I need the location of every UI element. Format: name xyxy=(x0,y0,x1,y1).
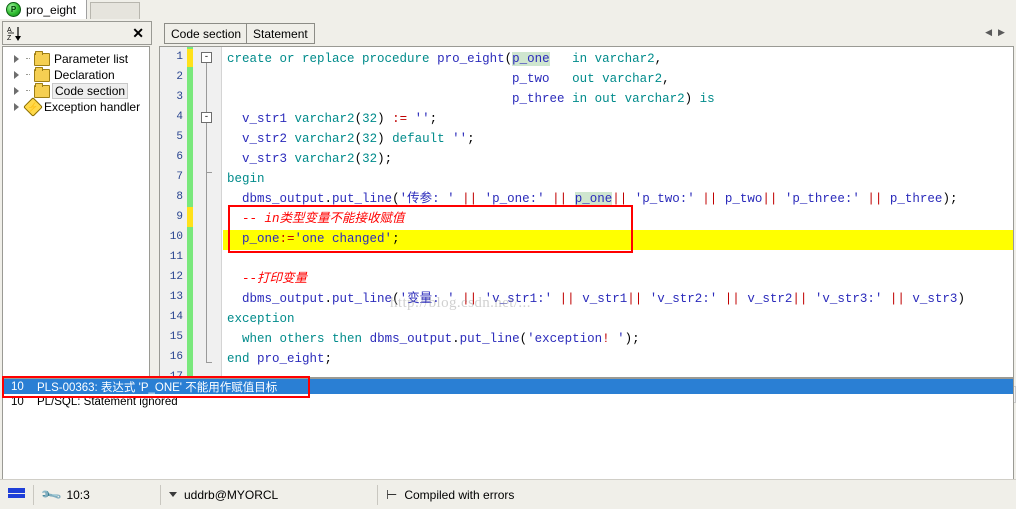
close-icon[interactable]: ✕ xyxy=(132,26,144,40)
annotation-box-code xyxy=(228,205,633,253)
sort-az-glyph: A Z xyxy=(7,26,21,42)
line-number: 6 xyxy=(176,151,183,163)
editor-gutter: 1 2 3 4 5 6 7 8 9 10 11 12 13 14 15 16 1… xyxy=(160,47,222,377)
code-line-3: p_three in out varchar2) is xyxy=(512,92,715,106)
code-line-15: when others then dbms_output.put_line('e… xyxy=(242,332,640,346)
line-number: 7 xyxy=(176,171,183,183)
tree-connector xyxy=(26,74,30,76)
document-tab-label: pro_eight xyxy=(26,2,77,17)
line-number: 2 xyxy=(176,71,183,83)
saved-line-indicator xyxy=(187,207,193,227)
line-number: 13 xyxy=(169,291,183,303)
chevron-down-icon[interactable] xyxy=(169,492,177,497)
fold-toggle-2[interactable]: - xyxy=(201,112,212,123)
code-line-7: begin xyxy=(227,172,265,186)
line-number: 4 xyxy=(176,111,183,123)
tab-scroll-arrows[interactable]: ◀ ▶ xyxy=(979,23,1011,42)
annotation-box-error xyxy=(2,376,310,398)
tab-statement-label: Statement xyxy=(253,26,308,41)
document-tab-placeholder xyxy=(90,2,140,20)
code-line-2: p_two out varchar2, xyxy=(512,72,670,86)
code-line-13: dbms_output.put_line('变量: ' || 'v_str1:'… xyxy=(242,292,965,306)
tab-code-section-label: Code section xyxy=(171,26,242,41)
tree-connector xyxy=(26,58,30,60)
code-line-1: create or replace procedure pro_eight(p_… xyxy=(227,52,663,66)
pin-icon: ⊢ xyxy=(386,487,398,502)
cursor-position: 10:3 xyxy=(66,487,90,502)
code-line-5: v_str2 varchar2(32) default ''; xyxy=(242,132,475,146)
expand-arrow-icon[interactable] xyxy=(13,86,22,96)
code-line-4: v_str1 varchar2(32) := ''; xyxy=(242,112,438,126)
exception-diamond-icon: ⚡ xyxy=(23,97,43,117)
tree-item-code-section[interactable]: Code section xyxy=(3,82,149,99)
document-tab-strip: P pro_eight xyxy=(0,0,1016,20)
object-browser-toolbar: A Z ✕ xyxy=(2,21,152,45)
svg-text:Z: Z xyxy=(7,35,12,42)
code-line-6: v_str3 varchar2(32); xyxy=(242,152,393,166)
line-number: 11 xyxy=(169,251,183,263)
compile-status: Compiled with errors xyxy=(404,487,515,502)
code-line-12: --打印变量 xyxy=(242,272,308,286)
status-cursor-cell: 🔧 10:3 xyxy=(34,480,160,509)
status-connection-cell[interactable]: uddrb@MYORCL xyxy=(161,480,377,509)
code-editor[interactable]: 1 2 3 4 5 6 7 8 9 10 11 12 13 14 15 16 1… xyxy=(159,46,1014,378)
folder-icon xyxy=(34,82,50,98)
tree-item-parameter-list[interactable]: Parameter list xyxy=(3,50,149,67)
fold-guide xyxy=(206,123,207,173)
tab-statement[interactable]: Statement xyxy=(246,23,315,44)
tree-item-label: Declaration xyxy=(54,68,115,82)
line-number: 8 xyxy=(176,191,183,203)
line-number: 3 xyxy=(176,91,183,103)
arrow-right-icon[interactable]: ▶ xyxy=(998,27,1005,38)
line-number: 5 xyxy=(176,131,183,143)
status-flag-cell xyxy=(0,480,33,509)
line-number: 9 xyxy=(176,211,183,223)
status-compile-cell: ⊢ Compiled with errors xyxy=(378,480,522,509)
tree-item-label: Parameter list xyxy=(54,52,129,66)
tree-connector xyxy=(26,90,30,92)
fold-tick xyxy=(206,362,212,363)
line-number: 14 xyxy=(169,311,183,323)
tree-item-label: Exception handler xyxy=(44,100,141,114)
status-bar: 🔧 10:3 uddrb@MYORCL ⊢ Compiled with erro… xyxy=(0,479,1016,509)
flag-icon xyxy=(8,488,25,501)
fold-guide xyxy=(206,173,207,363)
expand-arrow-icon[interactable] xyxy=(13,54,22,64)
tree-item-exception-handler[interactable]: ⚡ Exception handler xyxy=(3,97,149,117)
line-number: 10 xyxy=(169,231,183,243)
saved-line-indicator xyxy=(187,49,193,67)
arrow-left-icon[interactable]: ◀ xyxy=(985,27,992,38)
line-number: 12 xyxy=(169,271,183,283)
connection-label: uddrb@MYORCL xyxy=(184,487,279,502)
folder-icon xyxy=(34,66,50,82)
editor-tab-bar: Code section Statement ◀ ▶ xyxy=(157,19,1016,46)
folder-icon xyxy=(34,50,50,66)
expand-arrow-icon[interactable] xyxy=(13,102,22,112)
line-number: 1 xyxy=(176,51,183,63)
expand-arrow-icon[interactable] xyxy=(13,70,22,80)
procedure-icon: P xyxy=(6,2,21,17)
code-line-14: exception xyxy=(227,312,295,326)
line-number: 16 xyxy=(169,351,183,363)
document-tab-pro-eight[interactable]: P pro_eight xyxy=(0,0,88,19)
code-line-16: end pro_eight; xyxy=(227,352,333,366)
fold-column: - - xyxy=(198,47,220,377)
watermark-overlay: http://blog.csdn.net/... xyxy=(390,295,531,311)
wrench-icon: 🔧 xyxy=(38,482,63,507)
fold-toggle-1[interactable]: - xyxy=(201,52,212,63)
tree-item-declaration[interactable]: Declaration xyxy=(3,66,149,83)
sort-az-icon[interactable]: A Z xyxy=(7,25,23,42)
tab-code-section[interactable]: Code section xyxy=(164,23,249,44)
fold-guide xyxy=(206,63,207,113)
tree-item-label: Code section xyxy=(52,83,129,99)
plsql-developer-window: P pro_eight A Z ✕ Parameter list Declara… xyxy=(0,0,1016,509)
line-number: 15 xyxy=(169,331,183,343)
